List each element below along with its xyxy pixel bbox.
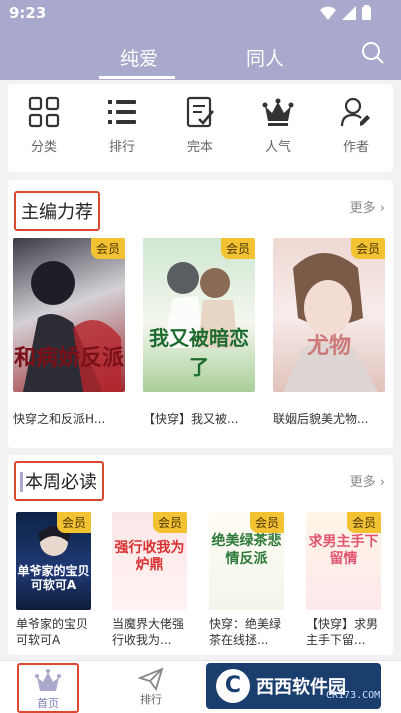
paper-plane-icon [138,667,164,691]
category-classify[interactable]: 分类 [14,96,74,155]
grid-icon [28,96,60,128]
vip-badge: 会员 [249,512,284,533]
cover-title-art: 求男主手下留情 [308,534,379,567]
nav-rank-label: 排行 [140,693,162,706]
book-cover: 求男主手下留情 会员 [306,512,381,610]
book-title: 当魔界大佬强行收我为... [112,617,185,647]
cover-title-art: 尤物 [306,334,351,359]
book-card[interactable]: 我又被暗恋了 会员 【快穿】我又被... [143,238,255,427]
watermark-url: CR173.COM [326,690,381,701]
cover-title-art: 我又被暗恋了 [149,326,249,379]
category-label: 作者 [342,140,369,155]
more-link[interactable]: 更多 › [350,471,385,490]
status-icons [320,5,371,20]
document-check-icon [186,96,214,128]
book-title: 【快穿】我又被... [143,412,239,426]
book-title: 单爷家的宝贝可软可A [16,617,89,647]
book-title: 【快穿】求男主手下留... [306,617,379,647]
home-crown-icon [35,669,61,691]
vip-badge: 会员 [220,238,255,259]
book-card[interactable]: 单爷家的宝贝可软可A 会员 单爷家的宝贝可软可A [16,512,98,648]
crown-icon [262,98,294,126]
status-time: 9:23 [9,4,47,22]
cover-title-art: 单爷家的宝贝可软可A [17,564,90,592]
chevron-right-icon: › [379,475,385,490]
status-bar: 9:23 [0,0,401,26]
category-popular[interactable]: 人气 [248,96,308,155]
tab-chunai[interactable]: 纯爱 [104,44,174,71]
category-label: 排行 [108,140,135,155]
book-card[interactable]: 强行收我为炉鼎 会员 当魔界大佬强行收我为... [112,512,194,648]
book-cover: 强行收我为炉鼎 会员 [112,512,187,610]
book-card[interactable]: 绝美绿茶悲情反派 会员 快穿：绝美绿茶在线拯... [209,512,291,648]
watermark: C 西西软件园 CR173.COM [206,663,381,709]
vip-badge: 会员 [56,512,91,533]
battery-icon [362,5,371,20]
vip-badge: 会员 [152,512,187,533]
weekly-section: 本周必读 更多 › 单爷家的宝贝可软可A 会员 单爷家的宝贝可软可A 强行收我为… [8,455,393,655]
title-accent [20,472,23,492]
book-cover: 我又被暗恋了 会员 [143,238,255,392]
section-title-text: 本周必读 [25,472,97,493]
book-cover: 和病娇反派 会员 [13,238,125,392]
book-title: 快穿：绝美绿茶在线拯... [209,617,282,647]
category-author[interactable]: 作者 [326,96,386,155]
book-title: 快穿之和反派H... [13,412,106,426]
vip-badge: 会员 [90,238,125,259]
section-title: 主编力荐 [14,191,100,231]
category-completed[interactable]: 完本 [170,96,230,155]
category-label: 人气 [264,140,291,155]
nav-home[interactable]: 首页 [17,663,79,713]
cover-illustration [283,253,378,392]
tab-tongren[interactable]: 同人 [230,44,300,71]
section-title: 本周必读 [14,461,104,501]
watermark-logo: C [216,669,250,703]
category-label: 完本 [186,140,213,155]
person-edit-icon [340,97,370,127]
more-label: 更多 [349,475,376,490]
cover-title-art: 和病娇反派 [13,345,124,371]
category-card: 分类 排行 完本 人气 作者 [8,84,393,172]
more-link[interactable]: 更多 › [350,197,385,216]
book-card[interactable]: 求男主手下留情 会员 【快穿】求男主手下留... [306,512,388,648]
list-icon [108,100,136,124]
signal-icon [342,5,356,20]
category-label: 分类 [30,140,57,155]
vip-badge: 会员 [346,512,381,533]
category-rank[interactable]: 排行 [92,96,152,155]
book-cover: 绝美绿茶悲情反派 会员 [209,512,284,610]
featured-section: 主编力荐 更多 › 和病娇反派 会员 快穿之和反派H... 我又被暗恋了 会员 … [8,180,393,448]
tab-indicator [99,76,175,79]
top-nav: 纯爱 同人 [0,26,401,80]
book-card[interactable]: 尤物 会员 联姻后貌美尤物... [273,238,385,427]
book-cover: 单爷家的宝贝可软可A 会员 [16,512,91,610]
cover-title-art: 强行收我为炉鼎 [114,540,185,573]
wifi-icon [320,6,336,20]
chevron-right-icon: › [379,201,385,216]
vip-badge: 会员 [350,238,385,259]
nav-home-label: 首页 [37,697,59,710]
more-label: 更多 [349,201,376,216]
book-card[interactable]: 和病娇反派 会员 快穿之和反派H... [13,238,125,427]
search-icon[interactable] [360,40,386,66]
nav-rank[interactable]: 排行 [128,667,174,707]
cover-title-art: 绝美绿茶悲情反派 [211,533,282,567]
book-cover: 尤物 会员 [273,238,385,392]
book-title: 联姻后貌美尤物... [273,412,369,426]
